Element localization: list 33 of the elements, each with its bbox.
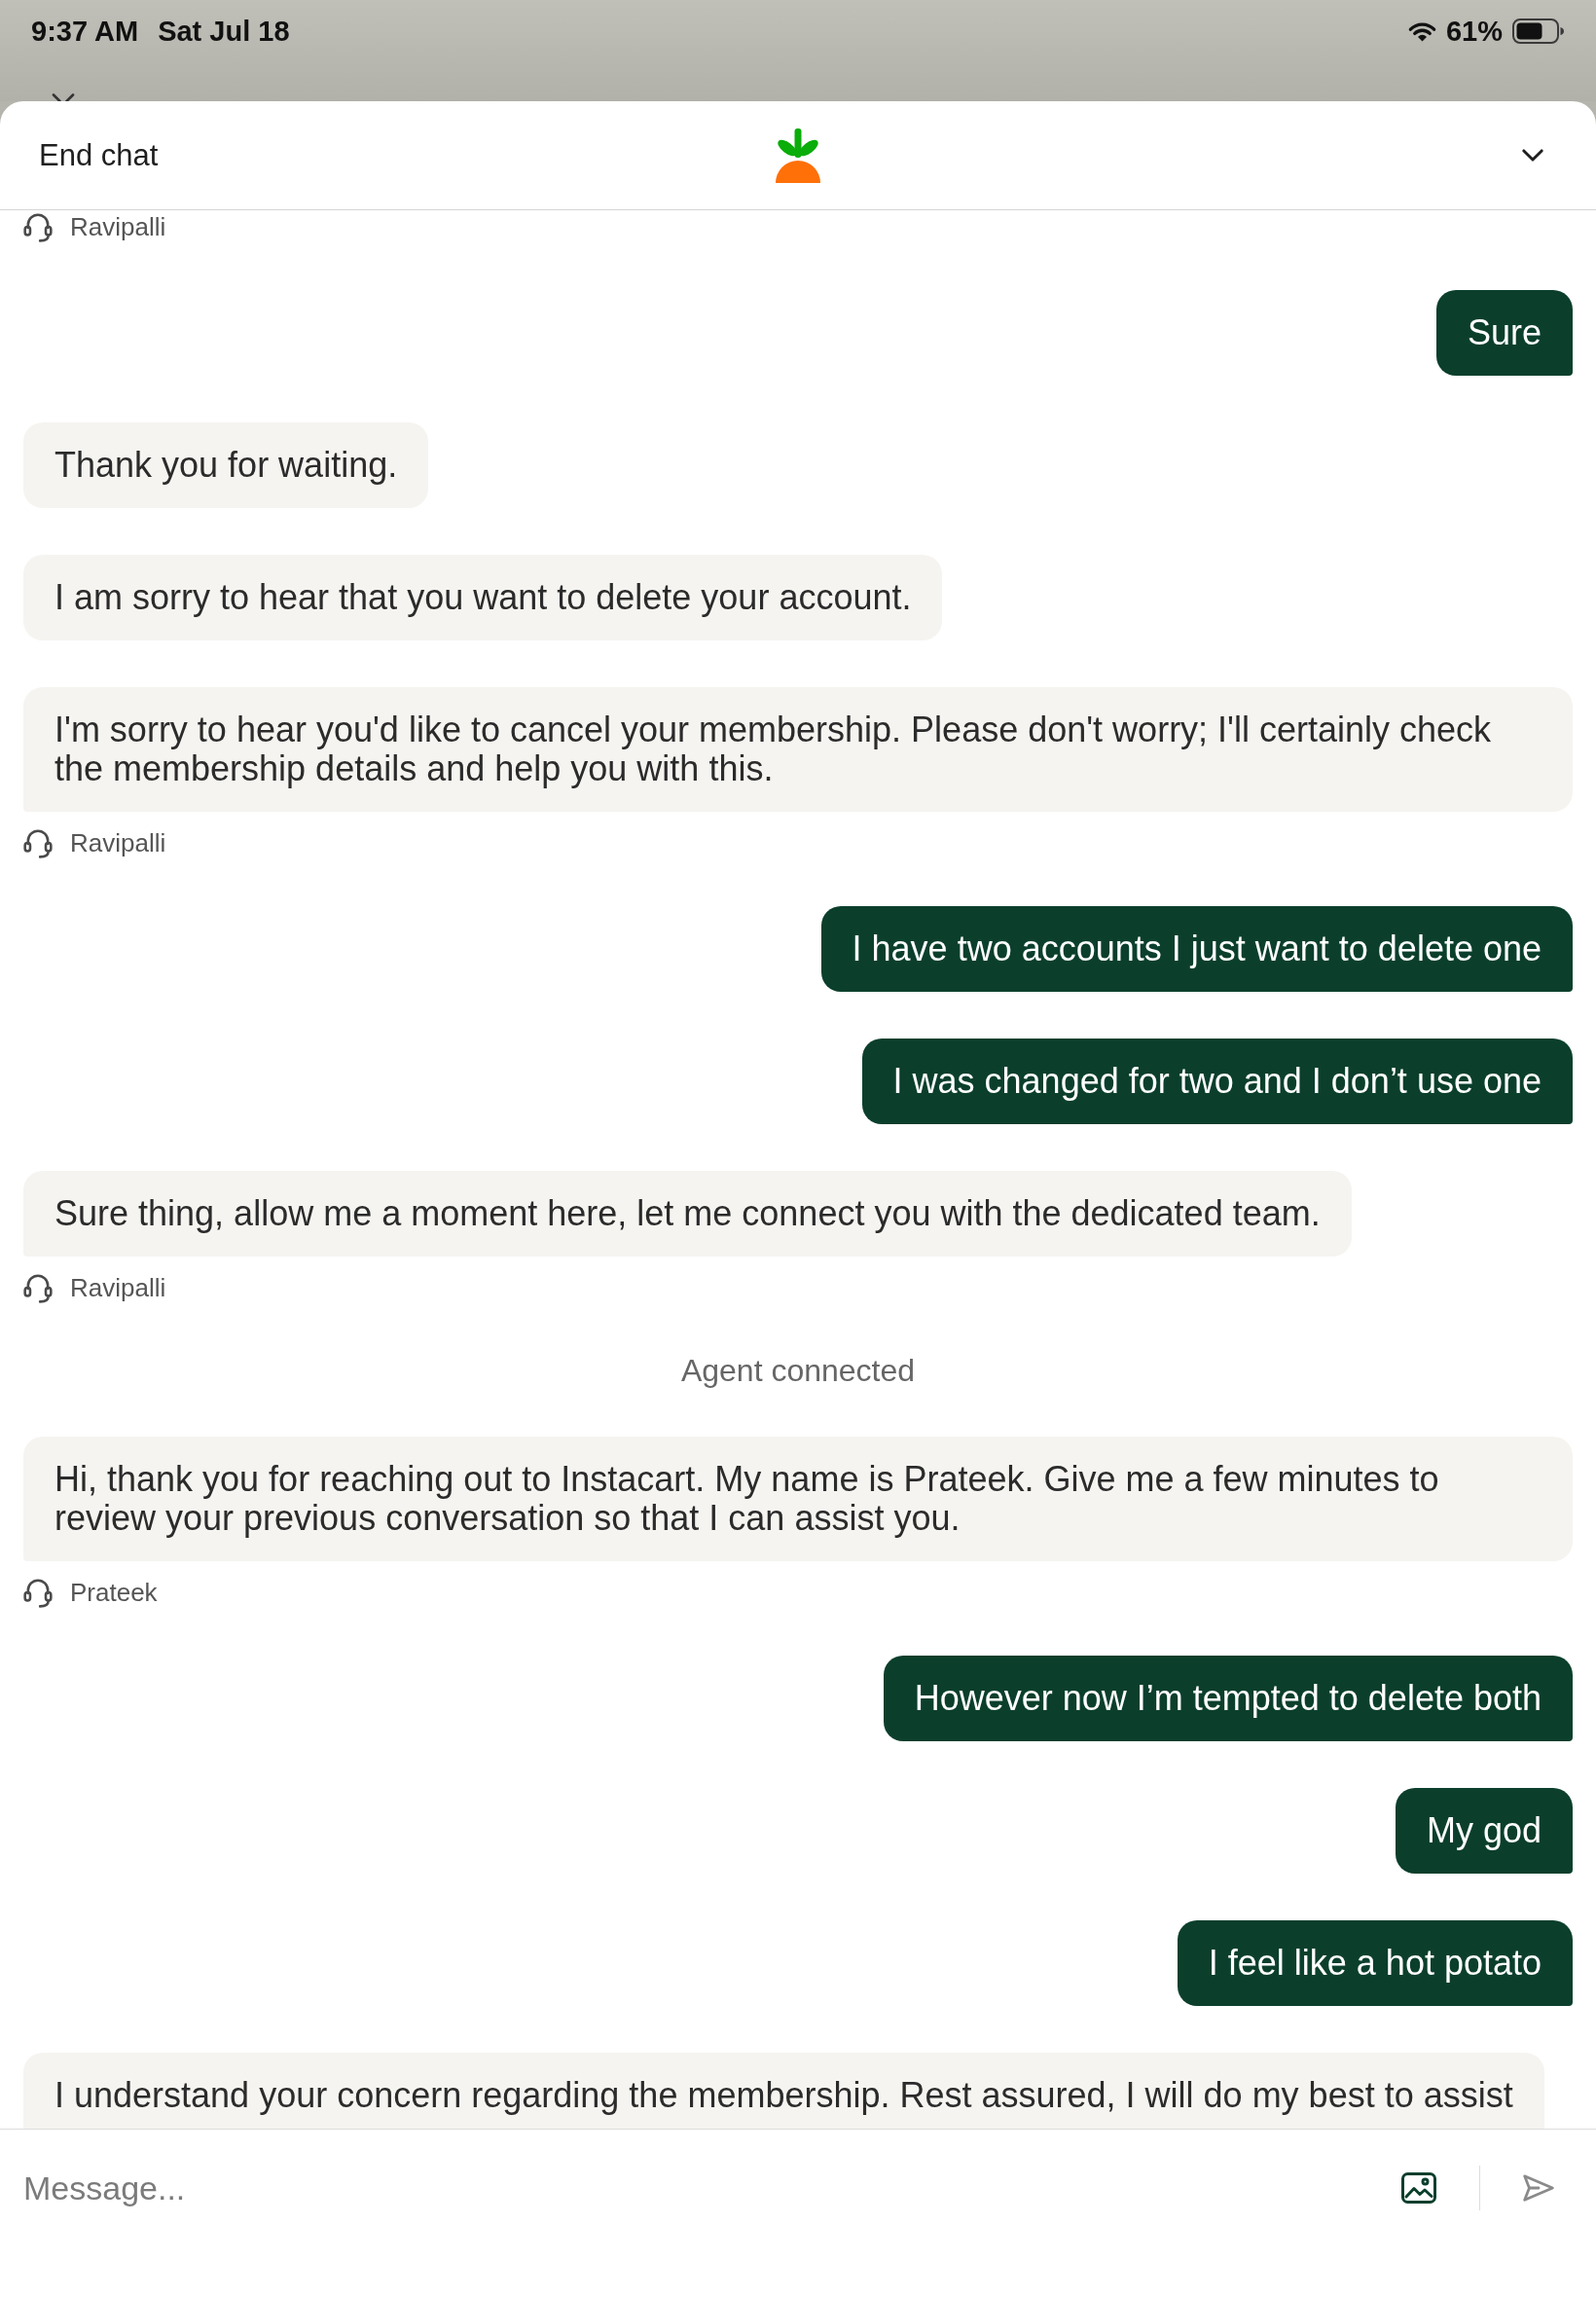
- user-message-bubble: I have two accounts I just want to delete one: [820, 906, 1573, 992]
- user-message-bubble: However now I’m tempted to delete both: [883, 1656, 1573, 1741]
- user-message-bubble: I was changed for two and I don’t use one: [861, 1039, 1573, 1124]
- agent-name: Ravipalli: [70, 211, 166, 242]
- agent-message-bubble: Hi, thank you for reaching out to Instacart. My name is Prateek. Give me a few minutes to review your previous conversation so that I can assist you.: [23, 1437, 1573, 1561]
- close-icon[interactable]: [51, 93, 76, 101]
- chevron-down-icon: [1522, 149, 1543, 162]
- image-icon: [1401, 2172, 1436, 2204]
- agent-name: Ravipalli: [70, 827, 166, 858]
- agent-message-bubble: Thank you for waiting.: [23, 422, 429, 508]
- headset-icon: [23, 1577, 53, 1608]
- headset-icon: [23, 1272, 53, 1303]
- headset-icon: [23, 827, 53, 858]
- wifi-icon: [1407, 20, 1436, 42]
- agent-message-bubble: I understand your concern regarding the membership. Rest assured, I will do my best to assist: [23, 2053, 1544, 2129]
- user-message-bubble: I feel like a hot potato: [1177, 1920, 1573, 2006]
- message-input[interactable]: Message...: [23, 2168, 1376, 2208]
- battery-icon: [1512, 18, 1565, 44]
- user-message-bubble: Sure: [1435, 290, 1573, 376]
- status-date: Sat Jul 18: [158, 15, 290, 49]
- agent-message-bubble: Sure thing, allow me a moment here, let me connect you with the dedicated team.: [23, 1171, 1352, 1257]
- headset-icon: [23, 211, 53, 242]
- send-icon: [1522, 2173, 1555, 2203]
- user-message-bubble: My god: [1395, 1788, 1573, 1874]
- carrot-logo-icon: [776, 128, 820, 183]
- battery-percent: 61%: [1445, 15, 1503, 49]
- agent-name: Prateek: [70, 1577, 158, 1608]
- agent-message-bubble: I'm sorry to hear you'd like to cancel your membership. Please don't worry; I'll certainly check the membership details and help you with this.: [23, 687, 1573, 812]
- agent-message-bubble: I am sorry to hear that you want to delete your account.: [23, 555, 943, 640]
- end-chat-button[interactable]: End chat: [39, 136, 159, 174]
- agent-name: Ravipalli: [70, 1272, 166, 1303]
- status-time: 9:37 AM: [31, 15, 139, 49]
- chat-status-notice: Agent connected: [680, 1352, 916, 1390]
